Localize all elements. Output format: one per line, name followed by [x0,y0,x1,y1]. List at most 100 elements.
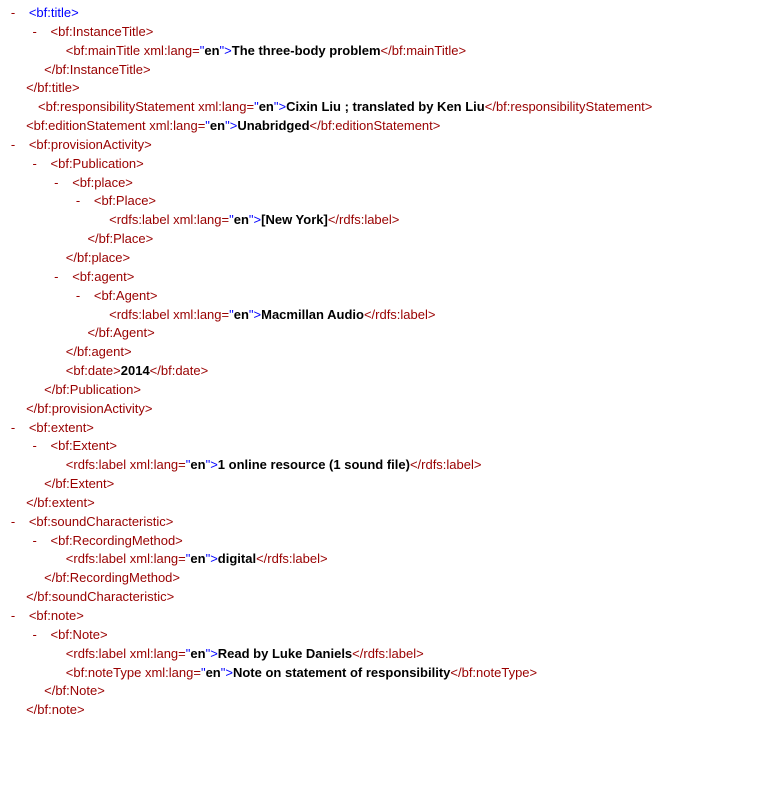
node-provisionactivity[interactable]: - <bf:provisionActivity> [8,136,754,155]
tag-publication-close: </bf:Publication> [44,382,141,397]
attr-lang-value: en [206,665,221,680]
tag-note-upper-open: <bf:Note> [51,627,108,642]
xml-tree: - <bf:title> - <bf:InstanceTitle> <bf:ma… [8,4,754,720]
tag-maintitle-open: <bf:mainTitle [66,43,140,58]
tag-extent-upper-open: <bf:Extent> [51,438,118,453]
responsibility-value: Cixin Liu ; translated by Ken Liu [286,99,485,114]
toggle-icon[interactable]: - [51,174,61,193]
node-note-lower-close: </bf:note> [8,701,754,720]
tag-title-close: </bf:title> [26,80,79,95]
place-label-value: [New York] [261,212,328,227]
node-agent-lower-close: </bf:agent> [8,343,754,362]
tag-responsibility-open: <bf:responsibilityStatement [38,99,194,114]
tag-rdfslabel-open: <rdfs:label [66,457,126,472]
node-soundcharacteristic[interactable]: - <bf:soundCharacteristic> [8,513,754,532]
node-extent-lower[interactable]: - <bf:extent> [8,419,754,438]
node-bf-title-close: </bf:title> [8,79,754,98]
agent-label-value: Macmillan Audio [261,307,364,322]
tag-soundcharacteristic-open: <bf:soundCharacteristic> [29,514,174,529]
tag-close-bracket: > [210,646,218,661]
tag-responsibility-close: </bf:responsibilityStatement> [485,99,653,114]
tag-instancetitle-close: </bf:InstanceTitle> [44,62,150,77]
toggle-icon[interactable]: - [8,419,18,438]
node-bf-instancetitle-close: </bf:InstanceTitle> [8,61,754,80]
node-responsibility: <bf:responsibilityStatement xml:lang="en… [8,98,754,117]
attr-xmllang: xml:lang= [140,43,200,58]
toggle-icon[interactable]: - [30,155,40,174]
tag-rdfslabel-open: <rdfs:label [109,307,169,322]
tag-date-open: <bf:date> [66,363,121,378]
toggle-icon[interactable]: - [8,136,18,155]
tag-provisionactivity-open: <bf:provisionActivity> [29,137,152,152]
tag-place-upper-open: <bf:Place> [94,193,156,208]
note-label-value: Read by Luke Daniels [218,646,352,661]
node-place-upper[interactable]: - <bf:Place> [8,192,754,211]
node-agent-upper[interactable]: - <bf:Agent> [8,287,754,306]
tag-rdfslabel-open: <rdfs:label [66,551,126,566]
node-publication[interactable]: - <bf:Publication> [8,155,754,174]
node-recordingmethod[interactable]: - <bf:RecordingMethod> [8,532,754,551]
tag-extent-lower-close: </bf:extent> [26,495,95,510]
toggle-icon[interactable]: - [8,607,18,626]
node-place-lower[interactable]: - <bf:place> [8,174,754,193]
notetype-value: Note on statement of responsibility [233,665,450,680]
toggle-icon[interactable]: - [30,626,40,645]
node-bf-title[interactable]: - <bf:title> [8,4,754,23]
tag-bf-instancetitle-open: <bf:InstanceTitle> [51,24,154,39]
attr-xmllang: xml:lang= [146,118,206,133]
tag-note-upper-close: </bf:Note> [44,683,105,698]
toggle-icon[interactable]: - [51,268,61,287]
tag-recordingmethod-close: </bf:RecordingMethod> [44,570,180,585]
node-extent-label: <rdfs:label xml:lang="en">1 online resou… [8,456,754,475]
node-date: <bf:date>2014</bf:date> [8,362,754,381]
attr-xmllang: xml:lang= [141,665,201,680]
tag-rdfslabel-close: </rdfs:label> [352,646,424,661]
node-soundcharacteristic-close: </bf:soundCharacteristic> [8,588,754,607]
tag-close-bracket: > [254,307,262,322]
tag-agent-lower-close: </bf:agent> [66,344,132,359]
node-bf-instancetitle[interactable]: - <bf:InstanceTitle> [8,23,754,42]
node-notetype: <bf:noteType xml:lang="en">Note on state… [8,664,754,683]
node-note-label: <rdfs:label xml:lang="en">Read by Luke D… [8,645,754,664]
tag-extent-lower-open: <bf:extent> [29,420,94,435]
node-place-label: <rdfs:label xml:lang="en">[New York]</rd… [8,211,754,230]
tag-place-lower-open: <bf:place> [72,175,133,190]
attr-xmllang: xml:lang= [126,646,186,661]
node-note-lower[interactable]: - <bf:note> [8,607,754,626]
node-extent-upper[interactable]: - <bf:Extent> [8,437,754,456]
toggle-icon[interactable]: - [30,437,40,456]
node-publication-close: </bf:Publication> [8,381,754,400]
tag-rdfslabel-open: <rdfs:label [66,646,126,661]
tag-close-bracket: > [210,551,218,566]
tag-note-lower-open: <bf:note> [29,608,84,623]
attr-xmllang: xml:lang= [126,551,186,566]
tag-rdfslabel-close: </rdfs:label> [256,551,328,566]
tag-agent-upper-close: </bf:Agent> [87,325,154,340]
node-recording-label: <rdfs:label xml:lang="en">digital</rdfs:… [8,550,754,569]
tag-rdfslabel-close: </rdfs:label> [410,457,482,472]
tag-agent-lower-open: <bf:agent> [72,269,134,284]
node-provisionactivity-close: </bf:provisionActivity> [8,400,754,419]
toggle-icon[interactable]: - [30,532,40,551]
maintitle-value: The three-body problem [232,43,381,58]
attr-lang-value: en [259,99,274,114]
toggle-icon[interactable]: - [8,513,18,532]
tag-close-bracket: > [225,665,233,680]
toggle-icon[interactable]: - [30,23,40,42]
attr-lang-value: en [234,212,249,227]
node-agent-lower[interactable]: - <bf:agent> [8,268,754,287]
node-note-upper[interactable]: - <bf:Note> [8,626,754,645]
toggle-icon[interactable]: - [73,192,83,211]
tag-place-upper-close: </bf:Place> [87,231,153,246]
node-extent-upper-close: </bf:Extent> [8,475,754,494]
attr-xmllang: xml:lang= [169,307,229,322]
toggle-icon[interactable]: - [8,4,18,23]
extent-label-value: 1 online resource (1 sound file) [218,457,410,472]
tag-rdfslabel-open: <rdfs:label [109,212,169,227]
tag-close-bracket: > [224,43,232,58]
attr-xmllang: xml:lang= [169,212,229,227]
tag-agent-upper-open: <bf:Agent> [94,288,158,303]
toggle-icon[interactable]: - [73,287,83,306]
attr-lang-value: en [190,457,205,472]
tag-edition-open: <bf:editionStatement [26,118,146,133]
